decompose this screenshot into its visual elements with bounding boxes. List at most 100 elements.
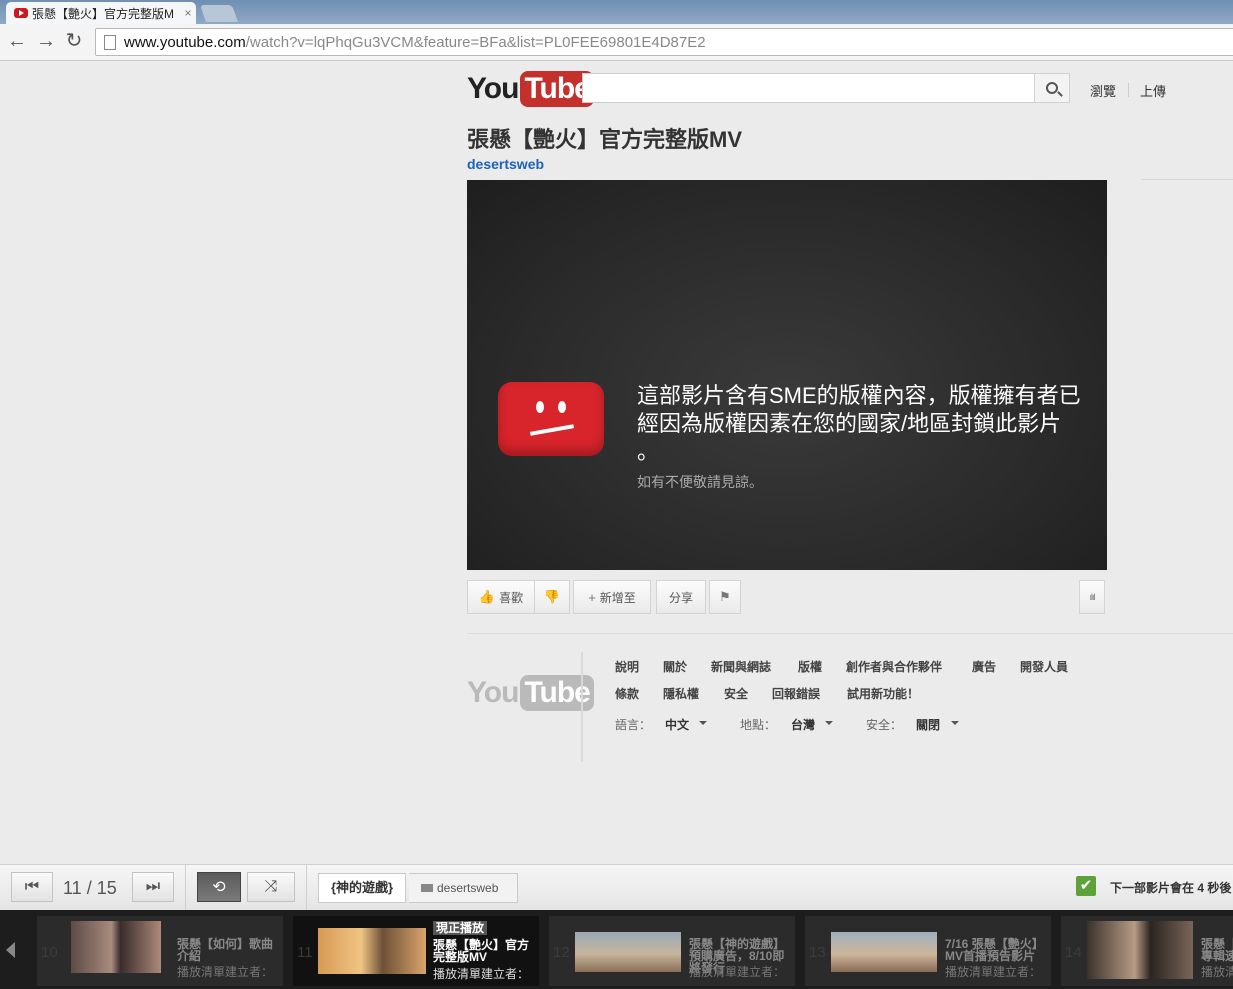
- language-chevron-down-icon[interactable]: [699, 721, 707, 725]
- tab-close-icon[interactable]: ×: [180, 6, 196, 20]
- sad-tv-icon: [498, 382, 604, 456]
- playlist-item-owner: 播放清單建立者：: [945, 965, 1042, 979]
- playlist-item[interactable]: 14 張懸【神的遊戲】專輯速，7/0 播放清單建立者：: [1061, 916, 1233, 986]
- video-thumbnail: [1087, 921, 1193, 979]
- playlist-item-owner: 播放清單建立者：: [1201, 965, 1233, 979]
- video-actions: 👍 喜歡 👎 + 新增至 分享 ⚑ ılıl: [467, 580, 1107, 616]
- browser-tab[interactable]: 張懸【艷火】官方完整版M ×: [6, 2, 196, 24]
- logo-you: You: [467, 72, 519, 105]
- location-select[interactable]: 台灣: [791, 716, 815, 733]
- footer-youtube-logo[interactable]: You Tube: [467, 674, 594, 712]
- language-label: 語言：: [615, 718, 652, 732]
- forward-icon[interactable]: →: [35, 30, 57, 52]
- footer-link-try-new[interactable]: 試用新功能！: [847, 685, 919, 702]
- youtube-favicon-icon: [14, 8, 28, 18]
- video-title: 張懸【艷火】官方完整版MV: [467, 127, 743, 152]
- footer-logo-you: You: [467, 676, 519, 709]
- like-button[interactable]: 👍 喜歡: [467, 580, 535, 614]
- sad-tv-left-eye: [536, 401, 544, 413]
- new-tab-button[interactable]: [199, 5, 239, 22]
- address-bar[interactable]: www.youtube.com /watch?v=lqPhqGu3VCM&fea…: [95, 28, 1233, 56]
- page-icon: [104, 34, 116, 50]
- browse-link[interactable]: 瀏覽: [1090, 81, 1116, 100]
- language-select[interactable]: 中文: [665, 716, 689, 733]
- autoplay-toggle[interactable]: ⟲: [197, 872, 241, 902]
- footer-link-creators-partners[interactable]: 創作者與合作夥伴: [846, 658, 942, 675]
- thumbs-down-icon: 👎: [543, 589, 561, 604]
- url-path: /watch?v=lqPhqGu3VCM&feature=BFa&list=PL…: [245, 33, 706, 51]
- video-thumbnail: [575, 932, 681, 972]
- footer-link-press-blog[interactable]: 新聞與網誌: [711, 658, 771, 675]
- playlist-title-link[interactable]: {神的遊戲}: [318, 873, 407, 903]
- footer-link-about[interactable]: 關於: [663, 658, 687, 675]
- sad-tv-mouth: [529, 424, 575, 436]
- back-icon[interactable]: ←: [6, 30, 28, 52]
- next-video-button[interactable]: ⏭: [132, 872, 174, 902]
- footer-link-terms[interactable]: 條款: [615, 685, 639, 702]
- tab-title: 張懸【艷火】官方完整版M: [32, 6, 174, 21]
- skip-back-icon: ⏮: [24, 878, 40, 895]
- stats-button[interactable]: ılıl: [1079, 580, 1105, 614]
- footer-link-copyright[interactable]: 版權: [798, 658, 822, 675]
- playlist-item[interactable]: 12 張懸【神的遊戲】預購廣告，8/10即將發行 播放清單建立者：: [549, 916, 795, 986]
- video-thumbnail: [71, 921, 161, 973]
- safety-select[interactable]: 關閉: [916, 716, 940, 733]
- previous-video-button[interactable]: ⏮: [11, 872, 53, 902]
- playlist-bar-divider: [306, 865, 307, 911]
- playlist-total: 15: [96, 878, 117, 898]
- playlist-bar: ⏮ 11 / 15 ⏭ ⟲ ⤨ {神的遊戲} desertsweb: [0, 864, 1233, 911]
- user-icon: [421, 884, 433, 892]
- browser-tab-strip: 張懸【艷火】官方完整版M ×: [0, 0, 1233, 24]
- upload-link[interactable]: 上傳: [1140, 81, 1166, 100]
- thumbs-up-icon: 👍: [478, 589, 496, 604]
- loop-icon: ⟲: [212, 879, 226, 896]
- footer-link-help[interactable]: 說明: [615, 658, 639, 675]
- flag-icon: ⚑: [719, 589, 731, 604]
- footer-link-privacy[interactable]: 隱私權: [663, 685, 699, 702]
- reload-icon[interactable]: ↻: [63, 30, 85, 52]
- playlist-item-current[interactable]: 11 現正播放 張懸【艷火】官方完整版MV 播放清單建立者：: [293, 916, 539, 986]
- share-button[interactable]: 分享: [656, 580, 706, 614]
- playlist-item-title: 7/16 張懸【艷火】MV首播預告影片: [945, 937, 1044, 963]
- search-icon[interactable]: [1034, 73, 1070, 103]
- playlist-item-title: 張懸【艷火】官方完整版MV: [433, 938, 530, 964]
- playlist-current-index: 11: [63, 878, 82, 898]
- playlist-tray: 10 張懸【如何】歌曲介紹 播放清單建立者： 11 現正播放 張懸【艷火】官方完…: [0, 910, 1233, 989]
- sad-tv-right-eye: [558, 401, 566, 413]
- flag-button[interactable]: ⚑: [709, 580, 741, 614]
- safety-chevron-down-icon[interactable]: [951, 721, 959, 725]
- dislike-button[interactable]: 👎: [534, 580, 570, 614]
- video-player[interactable]: 這部影片含有SME的版權內容，版權擁有者已經因為版權因素在您的國家/地區封鎖此影…: [467, 180, 1107, 570]
- playlist-item[interactable]: 10 張懸【如何】歌曲介紹 播放清單建立者：: [37, 916, 283, 986]
- video-thumbnail: [318, 928, 426, 974]
- content-divider: [467, 633, 1233, 634]
- playlist-position-separator: /: [86, 878, 92, 898]
- playlist-item-title: 張懸【如何】歌曲介紹: [177, 937, 274, 963]
- shuffle-toggle[interactable]: ⤨: [247, 872, 295, 902]
- playlist-owner-link[interactable]: desertsweb: [409, 873, 518, 903]
- now-playing-label: 現正播放: [433, 921, 488, 935]
- header-divider: [1128, 83, 1129, 97]
- footer-link-developers[interactable]: 開發人員: [1020, 658, 1068, 675]
- search-input[interactable]: [582, 73, 1036, 103]
- playlist-item[interactable]: 13 7/16 張懸【艷火】MV首播預告影片 播放清單建立者：: [805, 916, 1051, 986]
- tray-scroll-left-icon[interactable]: [6, 942, 15, 958]
- footer-divider: [581, 652, 583, 762]
- footer-link-advertising[interactable]: 廣告: [972, 658, 996, 675]
- playlist-item-index: 13: [809, 944, 826, 961]
- channel-link[interactable]: desertsweb: [467, 156, 544, 172]
- footer-link-report-bug[interactable]: 回報錯誤: [772, 685, 820, 702]
- location-label: 地點：: [740, 718, 777, 732]
- playlist-item-owner: 播放清單建立者：: [433, 967, 530, 981]
- add-to-button[interactable]: + 新增至: [573, 580, 651, 614]
- autoplay-next-checkbox[interactable]: ✔: [1076, 876, 1096, 896]
- playlist-position: 11 / 15: [63, 878, 117, 899]
- video-thumbnail: [831, 932, 937, 972]
- add-to-label: 新增至: [599, 590, 636, 605]
- youtube-logo[interactable]: You Tube: [467, 70, 594, 108]
- browser-toolbar: ← → ↻ www.youtube.com /watch?v=lqPhqGu3V…: [0, 24, 1233, 61]
- location-chevron-down-icon[interactable]: [825, 721, 833, 725]
- share-label: 分享: [668, 590, 693, 605]
- footer-link-safety[interactable]: 安全: [724, 685, 748, 702]
- shuffle-icon: ⤨: [264, 878, 278, 895]
